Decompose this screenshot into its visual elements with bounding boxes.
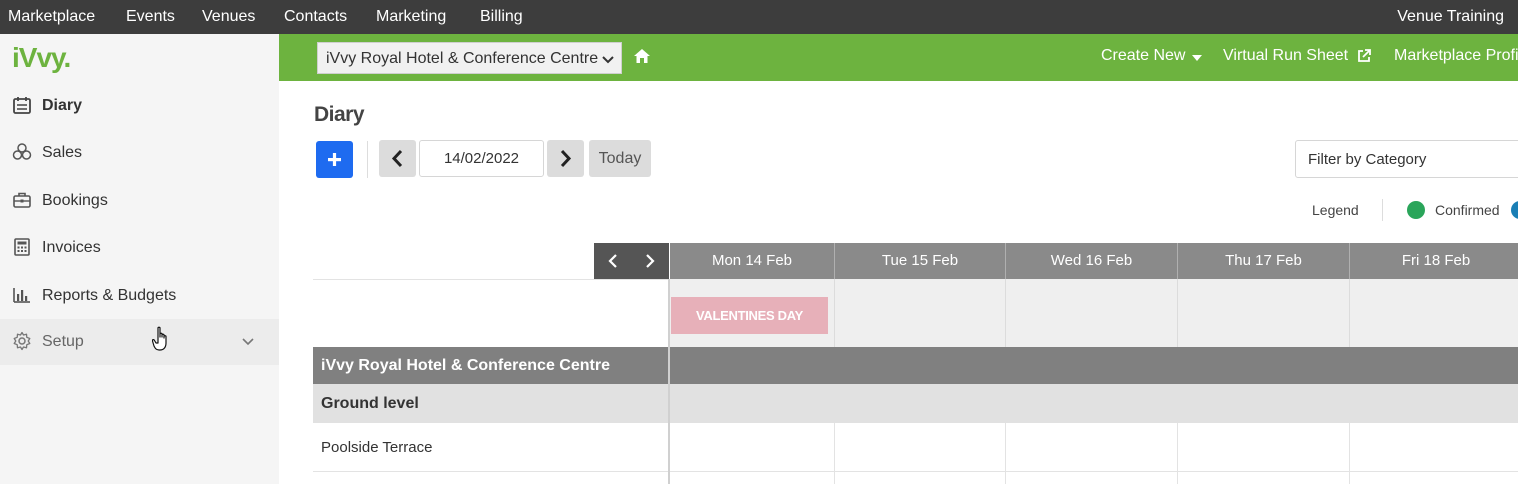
filter-by-category-select[interactable]: Filter by Category (1295, 140, 1518, 178)
room-cell-divider (1349, 423, 1350, 484)
gear-icon (12, 331, 32, 351)
sidebar-item-label: Bookings (42, 192, 108, 209)
day-cell[interactable] (1350, 279, 1518, 347)
account-menu[interactable]: Venue Training (1397, 8, 1504, 26)
chevron-down-icon[interactable] (241, 335, 255, 349)
resource-column-divider[interactable] (668, 279, 670, 484)
venue-select[interactable]: iVvy Royal Hotel & Conference Centre (317, 42, 622, 74)
nav-marketing[interactable]: Marketing (376, 8, 446, 26)
filter-placeholder: Filter by Category (1308, 151, 1427, 168)
day-cell[interactable] (1178, 279, 1350, 347)
page-title: Diary (314, 103, 365, 126)
sales-icon (12, 142, 32, 162)
nav-events[interactable]: Events (126, 8, 175, 26)
day-cell[interactable] (835, 279, 1006, 347)
hand-cursor-icon (151, 326, 172, 352)
chevron-right-icon[interactable] (642, 253, 658, 269)
room-cell-divider (1177, 423, 1178, 484)
venue-header-bar: iVvy Royal Hotel & Conference Centre Cre… (279, 34, 1518, 81)
virtual-run-sheet-link[interactable]: Virtual Run Sheet (1223, 47, 1348, 65)
top-navigation-bar: Marketplace Events Venues Contacts Marke… (0, 0, 1518, 34)
add-booking-button[interactable] (316, 141, 353, 178)
svg-text:iVvy.: iVvy. (12, 42, 70, 73)
sidebar-item-sales[interactable]: Sales (0, 130, 279, 176)
sidebar-item-bookings[interactable]: Bookings (0, 178, 279, 224)
marketplace-profile-link[interactable]: Marketplace Profi (1394, 47, 1518, 65)
ivvy-logo[interactable]: iVvy. (12, 40, 92, 76)
caret-down-icon (1191, 50, 1207, 66)
create-new-button[interactable]: Create New (1101, 47, 1185, 65)
chevron-right-icon (560, 149, 572, 168)
date-input[interactable]: 14/02/2022 (419, 140, 544, 177)
chevron-left-icon (391, 149, 403, 168)
venue-group-label: iVvy Royal Hotel & Conference Centre (321, 357, 610, 374)
legend-status-dot (1511, 201, 1518, 219)
plus-icon (328, 153, 341, 166)
day-header-fri[interactable]: Fri 18 Feb (1350, 243, 1518, 279)
sidebar-item-label: Invoices (42, 239, 101, 256)
day-header-wed[interactable]: Wed 16 Feb (1006, 243, 1178, 279)
sidebar-item-label: Reports & Budgets (42, 287, 177, 304)
venue-group-row: iVvy Royal Hotel & Conference Centre (313, 347, 668, 384)
event-valentines-day[interactable]: VALENTINES DAY (671, 297, 828, 334)
sidebar-item-invoices[interactable]: Invoices (0, 225, 279, 271)
level-row: Ground level (313, 384, 668, 423)
legend-divider (1382, 199, 1383, 221)
room-row: Poolside Terrace (313, 423, 1518, 472)
calendar-day-header: Mon 14 Feb Tue 15 Feb Wed 16 Feb Thu 17 … (670, 243, 1518, 279)
chevron-down-icon (601, 53, 615, 67)
sidebar-item-reports-budgets[interactable]: Reports & Budgets (0, 273, 279, 319)
sidebar-item-diary[interactable]: Diary (0, 83, 279, 129)
room-label[interactable]: Poolside Terrace (321, 439, 432, 456)
day-header-tue[interactable]: Tue 15 Feb (835, 243, 1006, 279)
nav-billing[interactable]: Billing (480, 8, 523, 26)
bar-chart-icon (12, 285, 32, 305)
calculator-icon (12, 237, 32, 257)
next-date-button[interactable] (547, 140, 584, 177)
level-label: Ground level (321, 395, 419, 412)
sidebar-item-setup[interactable]: Setup (0, 319, 279, 365)
grid-line (313, 279, 670, 280)
previous-date-button[interactable] (379, 140, 416, 177)
chevron-left-icon[interactable] (605, 253, 621, 269)
home-icon[interactable] (633, 47, 651, 65)
nav-marketplace[interactable]: Marketplace (8, 8, 95, 26)
toolbar-divider (367, 141, 368, 178)
nav-contacts[interactable]: Contacts (284, 8, 347, 26)
level-row-cells (670, 384, 1518, 423)
legend-label[interactable]: Legend (1312, 202, 1359, 218)
legend-confirmed: Confirmed (1435, 202, 1500, 218)
sidebar-item-label: Setup (42, 333, 84, 350)
briefcase-icon (12, 190, 32, 210)
sidebar-item-label: Sales (42, 144, 83, 161)
room-cell-divider (834, 423, 835, 484)
sidebar: iVvy. Diary Sales Bookings Invoices Repo… (0, 34, 279, 484)
external-link-icon (1356, 48, 1372, 64)
day-header-thu[interactable]: Thu 17 Feb (1178, 243, 1350, 279)
room-cell-divider (1005, 423, 1006, 484)
day-cell[interactable] (1006, 279, 1178, 347)
venue-select-value: iVvy Royal Hotel & Conference Centre (326, 50, 599, 67)
sidebar-item-label: Diary (42, 97, 83, 114)
today-button[interactable]: Today (589, 140, 651, 177)
day-header-mon[interactable]: Mon 14 Feb (670, 243, 835, 279)
venue-group-row-cells (670, 347, 1518, 384)
calendar-icon (12, 95, 32, 115)
nav-venues[interactable]: Venues (202, 8, 255, 26)
confirmed-status-dot (1407, 201, 1425, 219)
calendar-week-nav (594, 243, 669, 279)
